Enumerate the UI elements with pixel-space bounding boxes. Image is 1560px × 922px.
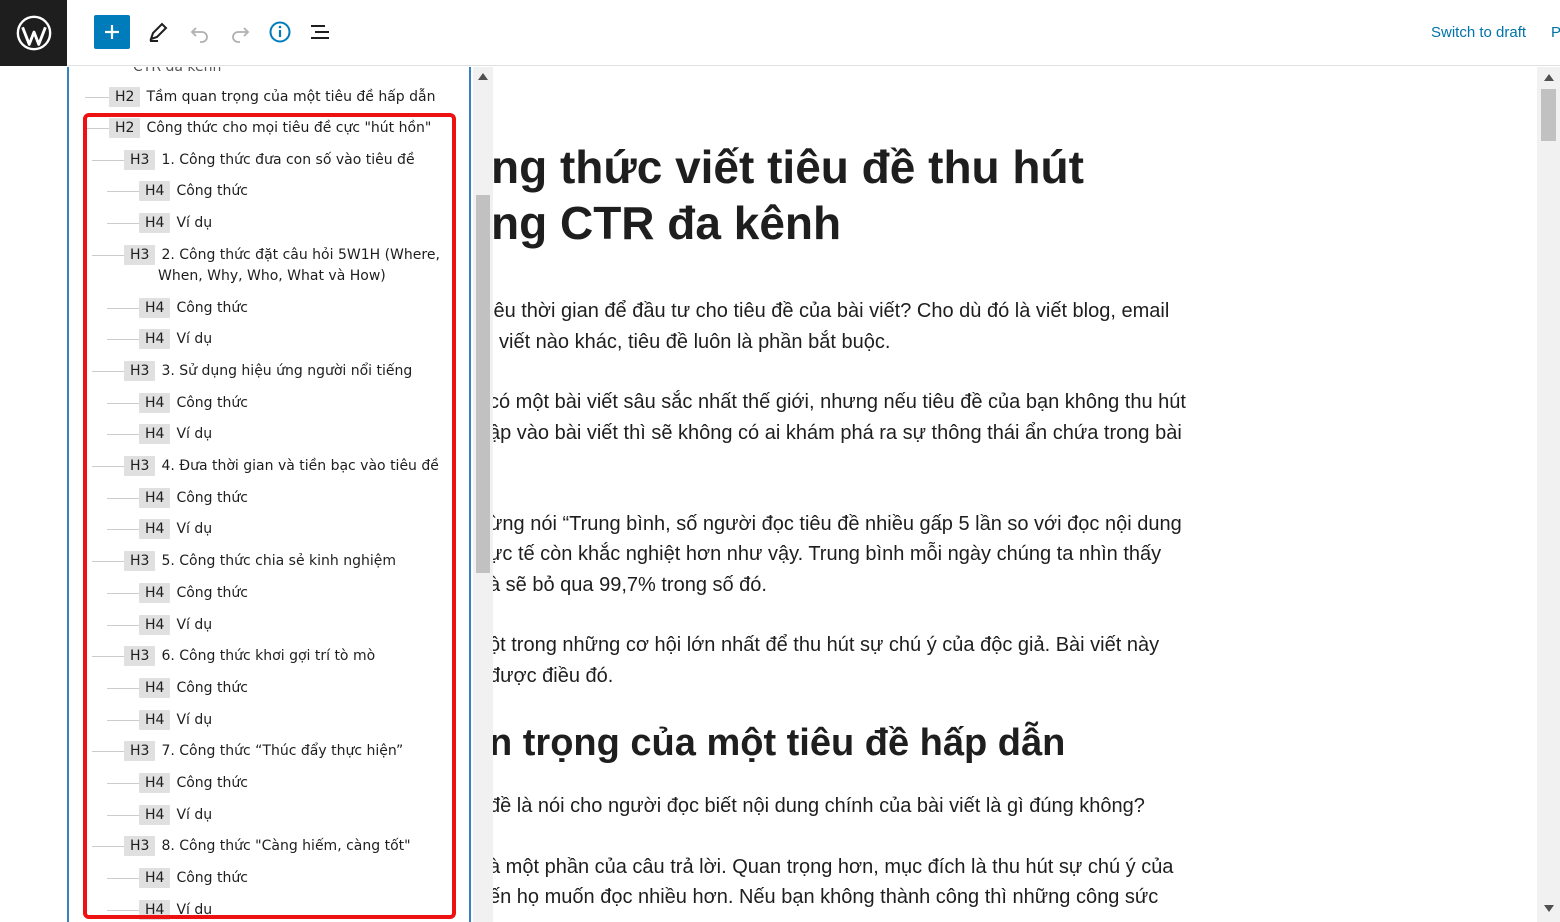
- scrollbar-thumb[interactable]: [476, 195, 490, 573]
- wordpress-logo-icon[interactable]: [0, 0, 67, 66]
- paragraph-line[interactable]: có một bài viết sâu sắc nhất thế giới, n…: [493, 387, 1186, 418]
- outline-connector-line: [85, 97, 109, 98]
- paragraph-line[interactable]: ột trong những cơ hội lớn nhất để thu hú…: [493, 630, 1159, 661]
- paragraph-line[interactable]: được điều đó.: [493, 661, 613, 692]
- paragraph-line[interactable]: ực tế còn khắc nghiệt hơn như vậy. Trung…: [493, 539, 1161, 570]
- scroll-down-arrow-icon[interactable]: [1544, 905, 1554, 912]
- redo-icon[interactable]: [226, 17, 254, 47]
- paragraph-line[interactable]: à sẽ bỏ qua 99,7% trong số đó.: [493, 570, 767, 601]
- pencil-tools-icon[interactable]: [144, 17, 172, 47]
- editor-gutter: [0, 67, 67, 922]
- switch-to-draft-button[interactable]: Switch to draft: [1431, 24, 1526, 41]
- paragraph-line[interactable]: ập vào bài viết thì sẽ không có ai khám …: [493, 418, 1182, 449]
- paragraph-line[interactable]: iêu thời gian để đầu tư cho tiêu đề của …: [493, 296, 1169, 327]
- info-details-icon[interactable]: [266, 17, 294, 47]
- content-scrollbar[interactable]: [1537, 67, 1560, 922]
- post-content-canvas: ng thức viết tiêu đề thu hút ng CTR đa k…: [493, 67, 1537, 922]
- section-heading[interactable]: n trọng của một tiêu đề hấp dẫn: [493, 722, 1065, 765]
- paragraph-line[interactable]: ừng nói “Trung bình, số người đọc tiêu đ…: [493, 509, 1182, 540]
- post-title-line-2[interactable]: ng CTR đa kênh: [493, 195, 841, 251]
- outline-scrollbar[interactable]: [473, 67, 493, 922]
- scroll-up-arrow-icon[interactable]: [1544, 74, 1554, 81]
- paragraph-line[interactable]: ến họ muốn đọc nhiều hơn. Nếu bạn không …: [493, 882, 1158, 913]
- add-block-button[interactable]: [94, 15, 130, 49]
- list-view-outline-icon[interactable]: [306, 17, 334, 47]
- outline-item-text: Tầm quan trọng của một tiêu đề hấp dẫn: [146, 89, 436, 105]
- editor-top-toolbar: Switch to draft P: [0, 0, 1560, 66]
- heading-level-badge: H2: [109, 87, 141, 107]
- scrollbar-thumb[interactable]: [1541, 89, 1556, 141]
- paragraph-line[interactable]: à một phần của câu trả lời. Quan trọng h…: [493, 852, 1173, 883]
- red-highlight-annotation: [83, 113, 456, 919]
- scroll-up-arrow-icon[interactable]: [478, 73, 488, 80]
- post-title-line-1[interactable]: ng thức viết tiêu đề thu hút: [493, 139, 1084, 195]
- paragraph-line[interactable]: đề là nói cho người đọc biết nội dung ch…: [493, 791, 1145, 822]
- paragraph-line[interactable]: i viết nào khác, tiêu đề luôn là phần bắ…: [493, 327, 890, 358]
- outline-partial-item: CTR đa kênh: [133, 67, 222, 75]
- undo-icon[interactable]: [186, 17, 214, 47]
- publish-button[interactable]: P: [1551, 24, 1560, 41]
